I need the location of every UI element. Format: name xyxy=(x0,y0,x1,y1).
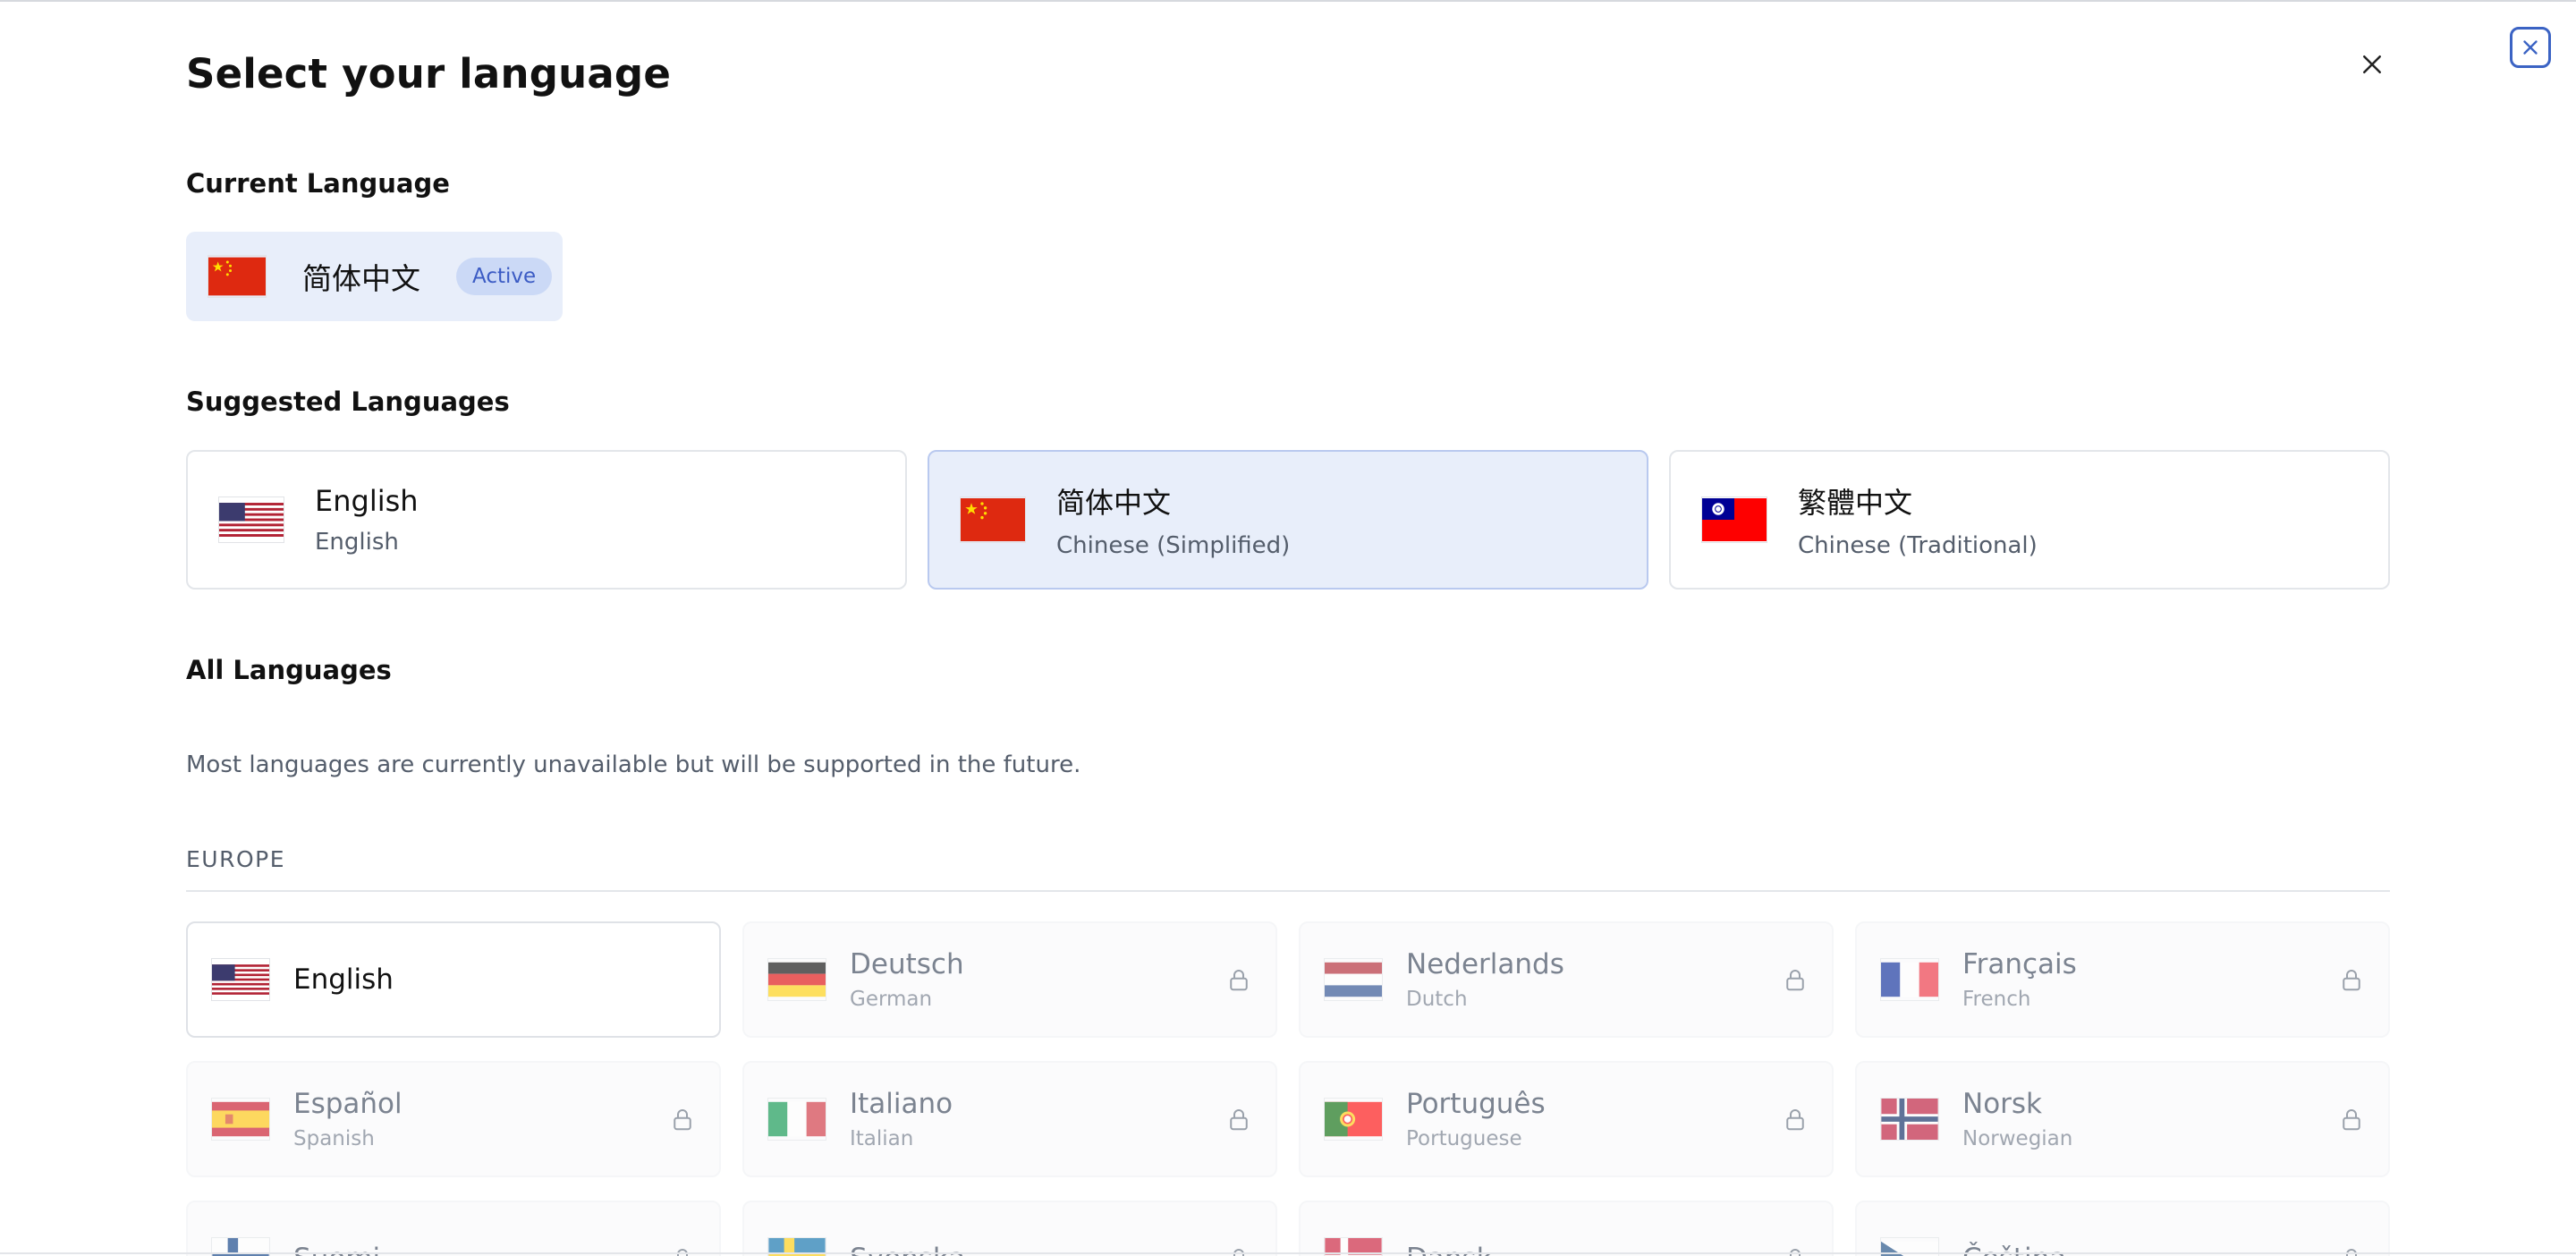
region-divider xyxy=(186,890,2390,892)
language-english-name: Norwegian xyxy=(1962,1127,2073,1150)
language-item-english[interactable]: English xyxy=(186,921,721,1038)
suggested-languages-heading: Suggested Languages xyxy=(186,386,510,417)
current-language-name: 简体中文 xyxy=(302,261,420,296)
language-english-name: Chinese (Traditional) xyxy=(1798,532,2038,559)
language-item-suomi[interactable]: Suomi xyxy=(186,1201,721,1256)
de-flag-icon xyxy=(767,958,826,1001)
it-flag-icon xyxy=(767,1098,826,1141)
dialog-close-button[interactable] xyxy=(2352,45,2392,84)
language-item-francais[interactable]: Français French xyxy=(1855,921,2390,1038)
language-english-name: French xyxy=(1962,988,2031,1011)
cn-flag-icon xyxy=(960,496,1026,543)
language-native-name: Français xyxy=(1962,948,2077,980)
lock-icon xyxy=(1230,970,1248,991)
all-languages-heading: All Languages xyxy=(186,655,392,685)
language-native-name: English xyxy=(315,484,419,518)
language-item-italiano[interactable]: Italiano Italian xyxy=(742,1061,1277,1177)
cn-flag-icon xyxy=(208,255,267,298)
status-badge: Active xyxy=(456,258,553,295)
language-english-name: Spanish xyxy=(293,1127,375,1150)
lock-icon xyxy=(1230,1109,1248,1131)
language-english-name: Chinese (Simplified) xyxy=(1056,532,1291,559)
language-native-name: 繁體中文 xyxy=(1798,486,1913,520)
language-item-svenska[interactable]: Svenska xyxy=(742,1201,1277,1256)
language-item-espanol[interactable]: Español Spanish xyxy=(186,1061,721,1177)
availability-note: Most languages are currently unavailable… xyxy=(186,751,1081,778)
language-grid: English Deutsch German Nederlands Dutch … xyxy=(186,921,2390,1256)
lock-icon xyxy=(1786,970,1804,991)
close-icon xyxy=(2523,40,2538,55)
window-bottom-border xyxy=(0,1252,2576,1256)
lock-icon xyxy=(1786,1109,1804,1131)
language-item-deutsch[interactable]: Deutsch German xyxy=(742,921,1277,1038)
language-native-name: Norsk xyxy=(1962,1088,2043,1120)
language-english-name: English xyxy=(315,529,399,556)
language-native-name: Nederlands xyxy=(1406,948,1564,980)
language-native-name: Italiano xyxy=(850,1088,953,1120)
suggested-language-english[interactable]: English English xyxy=(186,450,907,590)
region-label-europe: EUROPE xyxy=(186,846,286,872)
language-native-name: Español xyxy=(293,1088,402,1120)
suggested-language-chinese-traditional[interactable]: 繁體中文 Chinese (Traditional) xyxy=(1669,450,2390,590)
corner-close-button[interactable] xyxy=(2510,27,2551,68)
language-native-name: 简体中文 xyxy=(1056,486,1172,520)
lock-icon xyxy=(2343,1109,2360,1131)
language-english-name: Portuguese xyxy=(1406,1127,1522,1150)
pt-flag-icon xyxy=(1324,1098,1383,1141)
language-english-name: Dutch xyxy=(1406,988,1468,1011)
language-item-nederlands[interactable]: Nederlands Dutch xyxy=(1299,921,1834,1038)
language-native-name: Português xyxy=(1406,1088,1546,1120)
tw-flag-icon xyxy=(1701,496,1767,543)
close-icon xyxy=(2363,55,2381,73)
current-language-card: 简体中文 Active xyxy=(186,232,563,321)
fr-flag-icon xyxy=(1880,958,1939,1001)
suggested-languages: English English 简体中文 Chinese (Simplified… xyxy=(186,450,2390,590)
es-flag-icon xyxy=(211,1098,270,1141)
language-english-name: Italian xyxy=(850,1127,914,1150)
language-item-portugues[interactable]: Português Portuguese xyxy=(1299,1061,1834,1177)
language-item-norsk[interactable]: Norsk Norwegian xyxy=(1855,1061,2390,1177)
language-english-name: German xyxy=(850,988,933,1011)
language-item-cestina[interactable]: Čeština xyxy=(1855,1201,2390,1256)
language-native-name: English xyxy=(293,963,394,996)
lock-icon xyxy=(2343,970,2360,991)
us-flag-icon xyxy=(218,496,284,543)
language-native-name: Deutsch xyxy=(850,948,964,980)
window-top-border xyxy=(0,0,2576,4)
us-flag-icon xyxy=(211,958,270,1001)
current-language-heading: Current Language xyxy=(186,168,450,199)
lock-icon xyxy=(674,1109,691,1131)
language-item-dansk[interactable]: Dansk xyxy=(1299,1201,1834,1256)
no-flag-icon xyxy=(1880,1098,1939,1141)
suggested-language-chinese-simplified[interactable]: 简体中文 Chinese (Simplified) xyxy=(928,450,1648,590)
nl-flag-icon xyxy=(1324,958,1383,1001)
dialog-title: Select your language xyxy=(186,50,672,98)
